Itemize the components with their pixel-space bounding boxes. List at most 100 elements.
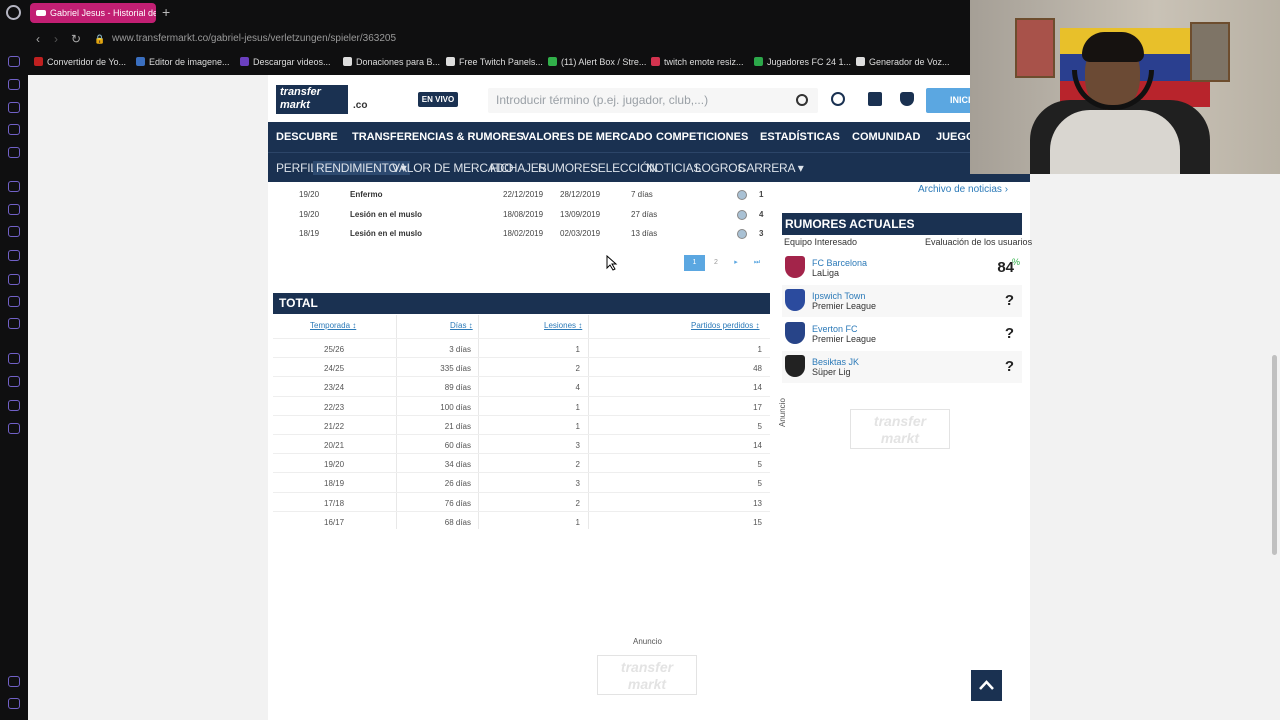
bookmark-item[interactable]: twitch emote resiz...	[651, 57, 744, 67]
total-games-missed: 17	[753, 402, 762, 412]
sidebar-app-icon[interactable]	[8, 376, 20, 387]
bookmark-favicon-icon	[343, 57, 352, 66]
sidebar-app-icon[interactable]	[8, 274, 20, 285]
main-nav-item[interactable]: TRANSFERENCIAS & RUMORES	[352, 131, 524, 143]
total-injuries: 2	[575, 364, 580, 374]
rumor-item[interactable]: Everton FC Premier League?	[782, 318, 1022, 350]
club-crest-icon	[785, 256, 805, 278]
injury-type: Enfermo	[350, 190, 383, 199]
main-navigation: DESCUBRE TRANSFERENCIAS & RUMORES VALORES …	[268, 122, 1030, 152]
domain-selector[interactable]: .co	[353, 100, 367, 111]
shield-icon[interactable]	[900, 92, 914, 106]
main-nav-item[interactable]: VALORES DE MERCADO	[522, 131, 653, 143]
bookmark-favicon-icon	[446, 57, 455, 66]
total-season: 18/19	[324, 479, 345, 489]
sort-days[interactable]: Días ↕	[450, 321, 473, 330]
sidebar-app-icon[interactable]	[8, 102, 20, 113]
rumor-club-link[interactable]: Besiktas JK	[812, 357, 859, 367]
sidebar-app-icon[interactable]	[8, 147, 20, 158]
sidebar-app-icon[interactable]	[8, 296, 20, 307]
search-placeholder: Introducir término (p.ej. jugador, club,…	[496, 93, 709, 107]
main-nav-item[interactable]: ESTADÍSTICAS	[760, 131, 840, 143]
sort-games-missed[interactable]: Partidos perdidos ↕	[691, 321, 759, 330]
url-text[interactable]: www.transfermarkt.co/gabriel-jesus/verle…	[112, 33, 396, 44]
main-nav-item[interactable]: JUEGO	[936, 131, 975, 143]
live-button[interactable]: EN VIVO	[418, 92, 458, 107]
new-tab-button[interactable]: +	[162, 4, 170, 20]
bookmark-item[interactable]: Convertidor de Yo...	[34, 57, 126, 67]
main-nav-item[interactable]: COMUNIDAD	[852, 131, 920, 143]
rumor-club-link[interactable]: Everton FC	[812, 324, 858, 334]
browser-sidebar	[0, 26, 28, 720]
rumor-league: Premier League	[812, 334, 877, 344]
sidebar-app-icon[interactable]	[8, 250, 20, 261]
bookmark-item[interactable]: Free Twitch Panels...	[446, 57, 543, 67]
main-nav-item[interactable]: COMPETICIONES	[656, 131, 748, 143]
sidebar-app-icon[interactable]	[8, 353, 20, 364]
sidebar-app-icon[interactable]	[8, 423, 20, 434]
transfermarkt-logo[interactable]: transfer markt	[276, 85, 348, 114]
reload-icon[interactable]: ↻	[71, 32, 81, 46]
sidebar-app-icon[interactable]	[8, 676, 20, 687]
sidebar-app-icon[interactable]	[8, 124, 20, 135]
rumor-item[interactable]: FC Barcelona LaLiga 84%	[782, 252, 1022, 284]
ad-label-bottom: Anuncio	[633, 637, 662, 646]
page-1-button[interactable]: 1	[684, 255, 705, 271]
sidebar-app-icon[interactable]	[8, 400, 20, 411]
sort-season[interactable]: Temporada ↕	[310, 321, 356, 330]
total-games-missed: 5	[757, 421, 762, 431]
bookmark-item[interactable]: Generador de Voz...	[856, 57, 950, 67]
bookmark-item[interactable]: Donaciones para B...	[343, 57, 440, 67]
opera-logo-icon[interactable]	[6, 5, 21, 20]
injury-type: Lesión en el muslo	[350, 209, 423, 219]
rumor-club-link[interactable]: FC Barcelona	[812, 258, 867, 268]
browser-tab[interactable]: Gabriel Jesus - Historial de	[30, 3, 156, 23]
webcam-overlay	[970, 0, 1280, 174]
bookmark-icon[interactable]	[868, 92, 882, 106]
sub-nav-item[interactable]: NOTICIAS	[646, 161, 701, 175]
search-input[interactable]: Introducir término (p.ej. jugador, club,…	[488, 88, 818, 113]
sub-nav-item[interactable]: CARRERA ▾	[738, 161, 804, 175]
sidebar-app-icon[interactable]	[8, 181, 20, 192]
sort-injuries[interactable]: Lesiones ↕	[544, 321, 582, 330]
rumor-item[interactable]: Ipswich Town Premier League?	[782, 285, 1022, 317]
page-2-button[interactable]: 2	[707, 255, 725, 271]
total-games-missed: 13	[753, 498, 762, 508]
total-injuries: 1	[575, 402, 580, 412]
sidebar-app-icon[interactable]	[8, 79, 20, 90]
sidebar-app-icon[interactable]	[8, 698, 20, 709]
last-page-button[interactable]: ⏭	[748, 255, 766, 271]
rumor-item[interactable]: Besiktas JK Süper Lig?	[782, 351, 1022, 383]
injury-games-missed: 3	[759, 229, 764, 238]
total-injuries: 2	[575, 460, 580, 470]
total-games-missed: 1	[757, 345, 762, 354]
sidebar-app-icon[interactable]	[8, 204, 20, 215]
total-days: 26 días	[444, 479, 471, 489]
injury-season: 18/19	[299, 229, 320, 238]
news-archive-link[interactable]: Archivo de noticias ›	[918, 184, 1008, 195]
person-hair	[1082, 32, 1144, 62]
sidebar-app-icon[interactable]	[8, 226, 20, 237]
search-icon[interactable]	[796, 94, 808, 106]
back-to-top-button[interactable]	[971, 670, 1002, 701]
bookmark-item[interactable]: Editor de imagene...	[136, 57, 230, 67]
sidebar-app-icon[interactable]	[8, 56, 20, 67]
injury-row: 18/19 Lesión en el muslo 18/02/2019 02/03/2…	[273, 224, 770, 243]
sidebar-app-icon[interactable]	[8, 318, 20, 329]
sub-nav-item[interactable]: PERFIL	[276, 161, 317, 175]
injury-from: 18/08/2019	[503, 209, 544, 219]
scrollbar-thumb[interactable]	[1272, 355, 1277, 555]
bookmark-item[interactable]: Jugadores FC 24 1...	[754, 57, 851, 67]
bookmark-item[interactable]: (11) Alert Box / Stre...	[548, 57, 646, 67]
back-icon[interactable]: ‹	[36, 32, 40, 46]
total-injuries: 1	[575, 517, 580, 527]
user-search-icon[interactable]	[831, 92, 845, 106]
sub-nav-item[interactable]: RUMORES	[538, 161, 598, 175]
next-page-button[interactable]: ▸	[727, 255, 745, 271]
total-games-missed: 5	[757, 460, 762, 470]
main-nav-item[interactable]: DESCUBRE	[276, 131, 338, 143]
forward-icon[interactable]: ›	[54, 32, 58, 46]
injury-row: 19/20 Lesión en el muslo 18/08/2019 13/09/2…	[273, 205, 770, 224]
bookmark-item[interactable]: Descargar videos...	[240, 57, 331, 67]
rumor-club-link[interactable]: Ipswich Town	[812, 291, 865, 301]
